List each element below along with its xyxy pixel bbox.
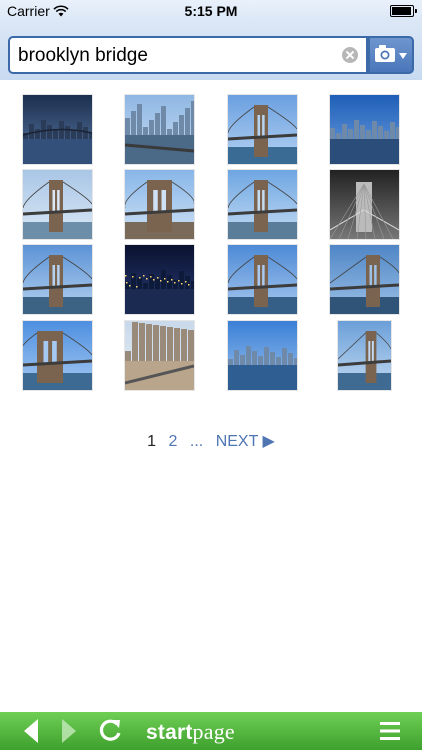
search-header [0, 22, 422, 80]
image-result-thumbnail[interactable] [23, 321, 92, 390]
image-result-thumbnail[interactable] [228, 321, 297, 390]
image-result-thumbnail[interactable] [228, 170, 297, 239]
image-result-thumbnail[interactable] [125, 321, 194, 390]
forward-arrow-icon[interactable] [58, 712, 80, 750]
image-result-thumbnail[interactable] [330, 245, 399, 314]
image-result-thumbnail[interactable] [125, 245, 194, 314]
hamburger-menu-icon[interactable] [378, 712, 402, 750]
clear-icon[interactable] [342, 47, 358, 63]
next-page-link[interactable]: NEXT ▶ [216, 433, 275, 450]
image-result-thumbnail[interactable] [23, 170, 92, 239]
image-result-thumbnail[interactable] [125, 170, 194, 239]
brand-start: start [146, 721, 193, 744]
image-result-thumbnail[interactable] [330, 170, 399, 239]
image-result-thumbnail[interactable] [228, 245, 297, 314]
page-1-current: 1 [147, 433, 157, 450]
image-result-thumbnail[interactable] [228, 95, 297, 164]
image-result-thumbnail[interactable] [125, 95, 194, 164]
back-arrow-icon[interactable] [20, 712, 42, 750]
image-result-thumbnail[interactable] [338, 321, 391, 390]
startpage-logo: startpage [146, 719, 235, 745]
page-2-link[interactable]: 2 [169, 433, 178, 450]
search-box [8, 36, 368, 74]
camera-icon [375, 45, 407, 62]
pagination-ellipsis: ... [189, 433, 204, 450]
brand-page: page [192, 719, 235, 744]
image-result-thumbnail[interactable] [23, 245, 92, 314]
image-result-thumbnail[interactable] [330, 95, 399, 164]
pagination: 1 2 ... NEXT ▶ [0, 431, 422, 451]
clock: 5:15 PM [184, 3, 238, 19]
bottom-toolbar: startpage [0, 712, 422, 750]
battery-icon [390, 5, 417, 17]
status-bar: Carrier 5:15 PM [0, 0, 422, 22]
image-result-thumbnail[interactable] [23, 95, 92, 164]
refresh-icon[interactable] [96, 712, 124, 750]
search-input[interactable] [18, 43, 338, 69]
image-search-button[interactable] [368, 36, 414, 74]
